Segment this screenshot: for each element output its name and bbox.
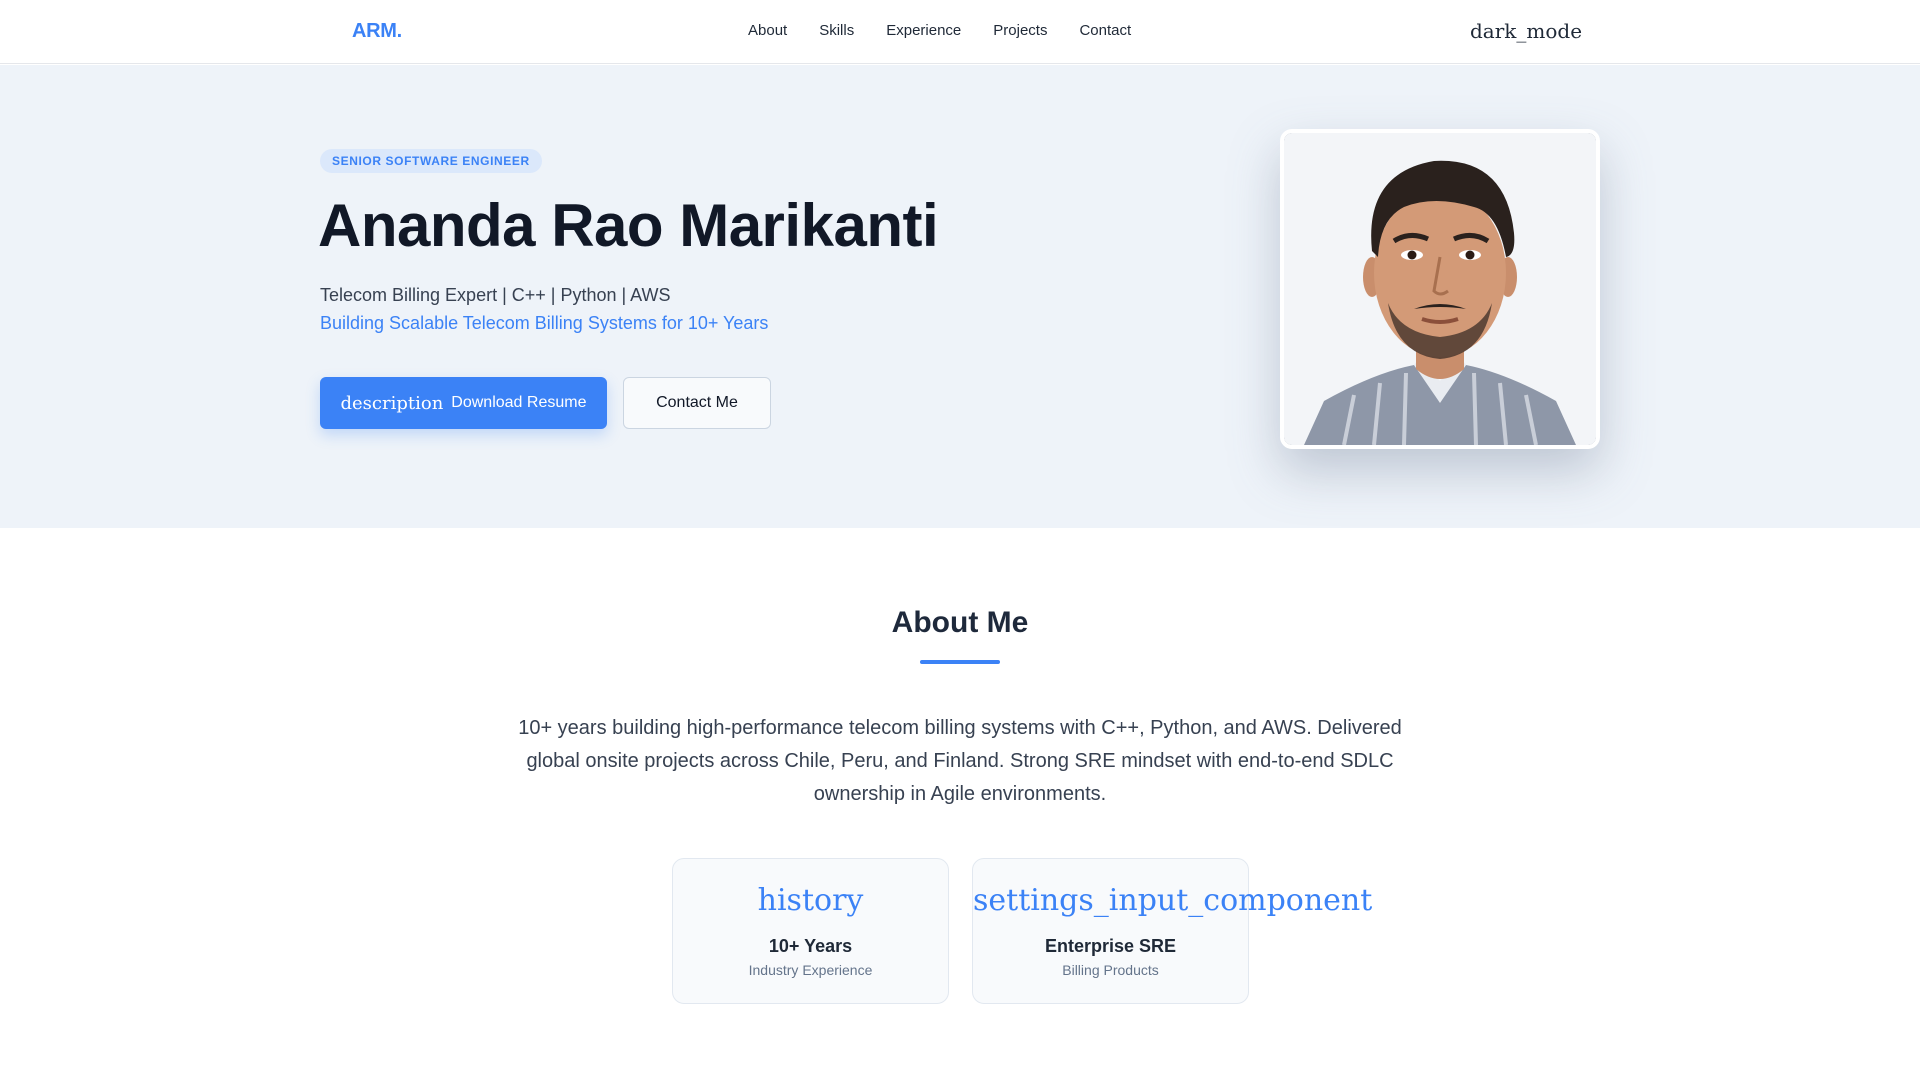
stat-label: Industry Experience	[748, 962, 873, 978]
about-title: About Me	[891, 606, 1029, 639]
nav-link-skills[interactable]: Skills	[819, 22, 854, 39]
hero-section: SENIOR SOFTWARE ENGINEER Ananda Rao Mari…	[0, 65, 1920, 528]
role-badge: SENIOR SOFTWARE ENGINEER	[320, 149, 542, 173]
nav-link-projects[interactable]: Projects	[993, 22, 1047, 39]
site-logo[interactable]: ARM.	[352, 20, 402, 43]
top-navbar: ARM. About Skills Experience Projects Co…	[0, 0, 1920, 64]
nav-link-contact[interactable]: Contact	[1079, 22, 1131, 39]
stat-label: Billing Products	[1062, 962, 1159, 978]
history-icon: history	[757, 883, 864, 918]
profile-photo-illustration	[1284, 133, 1596, 445]
settings-input-component-icon: settings_input_component	[973, 883, 1373, 918]
download-resume-label: Download Resume	[451, 394, 587, 411]
about-title-underline	[920, 660, 1000, 664]
dark-mode-icon[interactable]: dark_mode	[1470, 19, 1582, 43]
description-icon: description	[340, 392, 444, 414]
stat-card-sre: settings_input_component Enterprise SRE …	[972, 858, 1373, 1004]
stat-value: Enterprise SRE	[1044, 936, 1177, 956]
about-description: 10+ years building high-performance tele…	[518, 717, 1402, 805]
hero-tagline: Telecom Billing Expert | C++ | Python | …	[320, 285, 671, 305]
hero-name: Ananda Rao Marikanti	[318, 192, 939, 259]
profile-photo	[1280, 129, 1600, 449]
download-resume-button[interactable]: description Download Resume	[320, 377, 607, 429]
nav-link-experience[interactable]: Experience	[886, 22, 961, 39]
stat-value: 10+ Years	[768, 936, 853, 956]
nav-links: About Skills Experience Projects Contact	[748, 22, 1131, 39]
hero-subtagline: Building Scalable Telecom Billing System…	[320, 313, 769, 333]
stat-card-experience: history 10+ Years Industry Experience	[672, 858, 949, 1004]
contact-me-button[interactable]: Contact Me	[623, 377, 771, 429]
nav-link-about[interactable]: About	[748, 22, 787, 39]
